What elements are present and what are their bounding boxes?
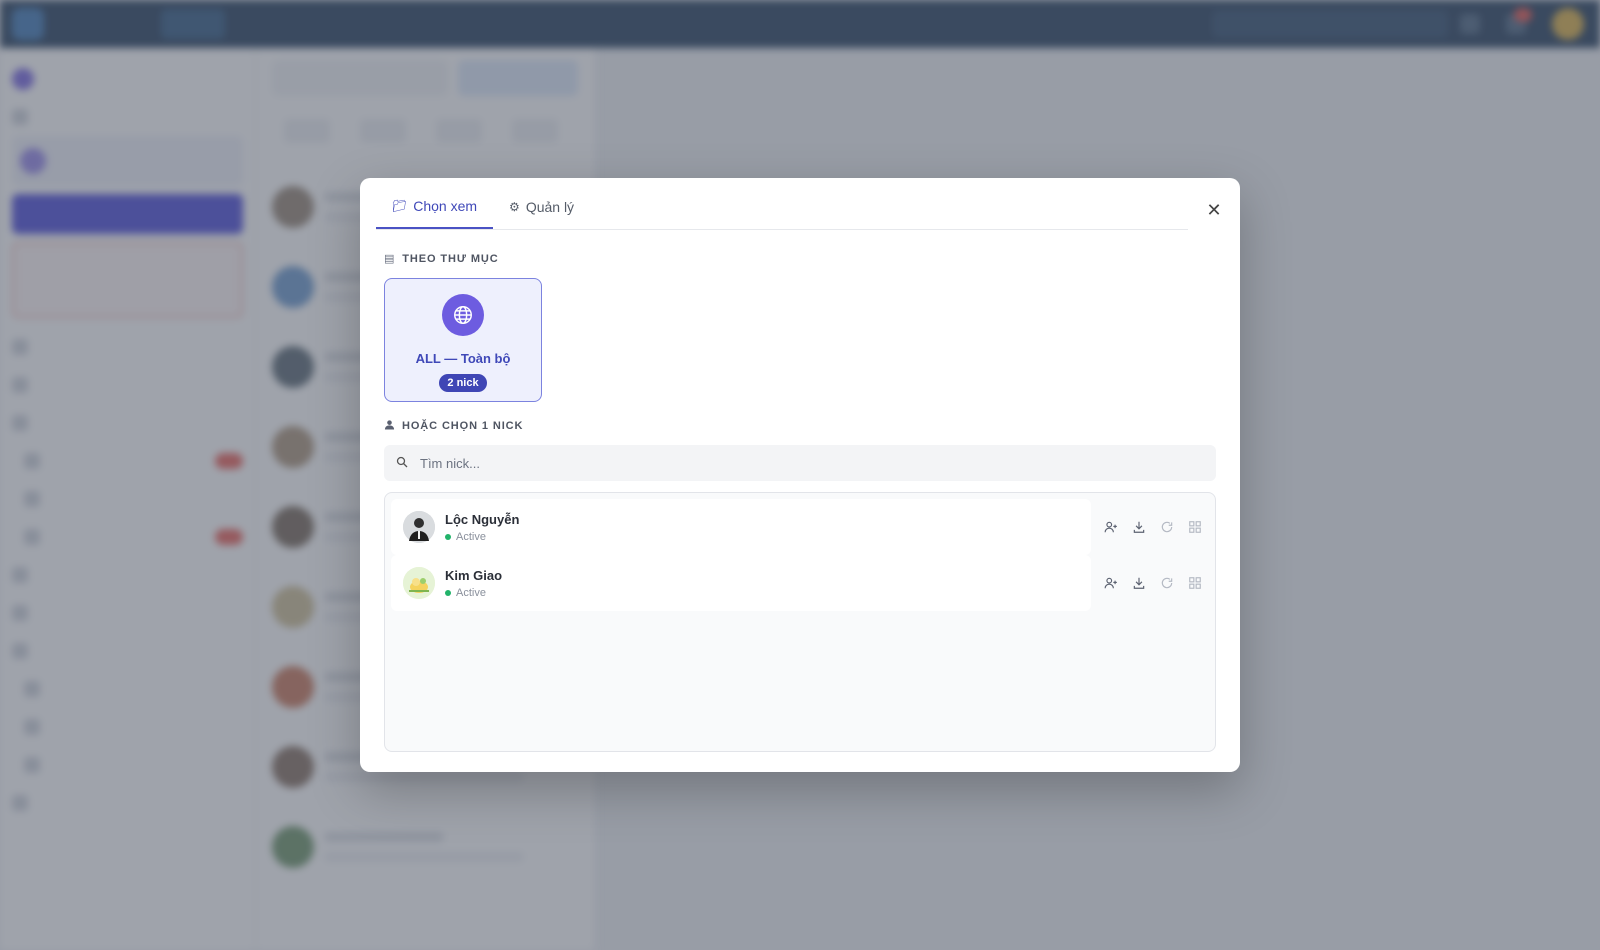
nick-row: Lộc Nguyễn Active	[391, 499, 1209, 555]
nick-row: Kim Giao Active	[391, 555, 1209, 611]
folder-icon: ▤	[384, 253, 396, 265]
tab-label: Quản lý	[525, 199, 575, 215]
nick-section-title: HOẶC CHỌN 1 NICK	[384, 419, 523, 433]
refresh-button[interactable]	[1153, 513, 1181, 541]
grid-button[interactable]	[1181, 569, 1209, 597]
nick-list: Lộc Nguyễn Active Kim Giao Active	[384, 492, 1216, 752]
search-icon	[396, 456, 408, 471]
gear-icon: ⚙	[509, 200, 520, 214]
add-friend-button[interactable]	[1097, 513, 1125, 541]
user-plus-icon	[1104, 577, 1117, 589]
grid-button[interactable]	[1181, 513, 1209, 541]
nick-item[interactable]: Kim Giao Active	[391, 555, 1091, 611]
nick-actions	[1097, 569, 1209, 597]
modal-tabs: 📁︎ Chọn xem ⚙ Quản lý	[376, 186, 1188, 230]
folder-icon: 📁︎	[392, 199, 408, 213]
close-button[interactable]: ✕	[1198, 194, 1230, 226]
nick-actions	[1097, 513, 1209, 541]
folder-count-badge: 2 nick	[439, 374, 487, 392]
tab-label: Chọn xem	[413, 198, 478, 214]
nick-name: Lộc Nguyễn	[445, 511, 520, 527]
refresh-icon	[1161, 521, 1173, 533]
nick-select-modal: 📁︎ Chọn xem ⚙ Quản lý ✕ ▤ THEO THƯ MỤC A…	[360, 178, 1240, 772]
nick-status: Active	[445, 587, 502, 599]
download-icon	[1133, 521, 1145, 533]
nick-search-input[interactable]	[420, 455, 1180, 471]
folder-card-all[interactable]: ALL — Toàn bộ 2 nick	[384, 278, 542, 402]
user-plus-icon	[1104, 521, 1117, 533]
avatar	[403, 511, 435, 543]
nick-text: Kim Giao Active	[445, 568, 502, 599]
add-friend-button[interactable]	[1097, 569, 1125, 597]
download-icon	[1133, 577, 1145, 589]
nick-status: Active	[445, 531, 519, 543]
refresh-button[interactable]	[1153, 569, 1181, 597]
nick-item[interactable]: Lộc Nguyễn Active	[391, 499, 1091, 555]
status-text: Active	[456, 586, 486, 599]
user-icon	[384, 419, 395, 433]
close-icon: ✕	[1206, 199, 1222, 220]
folder-label: ALL — Toàn bộ	[415, 351, 511, 366]
globe-icon	[442, 294, 484, 336]
nick-name: Kim Giao	[445, 567, 503, 583]
section-title-text: HOẶC CHỌN 1 NICK	[402, 420, 524, 432]
avatar	[403, 567, 435, 599]
grid-icon	[1189, 521, 1201, 533]
nick-text: Lộc Nguyễn Active	[445, 512, 519, 543]
tab-quan-ly[interactable]: ⚙ Quản lý	[493, 185, 590, 229]
nick-search-box[interactable]	[384, 445, 1216, 481]
refresh-icon	[1161, 577, 1173, 589]
download-button[interactable]	[1125, 569, 1153, 597]
status-dot	[445, 533, 451, 540]
section-title-text: THEO THƯ MỤC	[402, 252, 499, 265]
folder-section-title: ▤ THEO THƯ MỤC	[384, 252, 499, 266]
status-text: Active	[456, 530, 486, 543]
status-dot	[445, 589, 451, 596]
tab-chon-xem[interactable]: 📁︎ Chọn xem	[376, 185, 494, 229]
download-button[interactable]	[1125, 513, 1153, 541]
grid-icon	[1189, 577, 1201, 589]
